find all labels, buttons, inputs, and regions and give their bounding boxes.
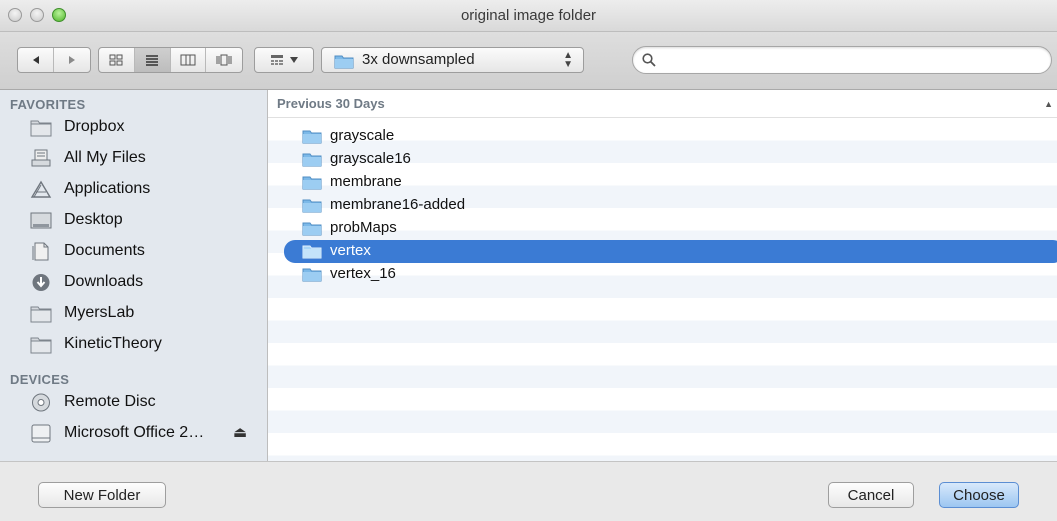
folder-icon (302, 130, 322, 144)
folder-icon (30, 120, 52, 137)
new-folder-button[interactable]: New Folder (38, 482, 166, 508)
list-view-button[interactable] (134, 48, 171, 72)
sidebar-item-remote-disc[interactable]: Remote Disc (0, 387, 267, 418)
search-field[interactable] (632, 46, 1052, 74)
column-view-icon (180, 54, 196, 66)
sidebar-section-favorites: FAVORITES (10, 97, 86, 112)
documents-icon (32, 242, 49, 261)
back-button[interactable] (18, 48, 54, 72)
sidebar-item-label: All My Files (64, 149, 146, 166)
sidebar-item-downloads[interactable]: Downloads (0, 267, 267, 298)
folder-icon (302, 245, 322, 259)
all-files-icon (31, 149, 51, 167)
list-item[interactable]: grayscale16 (268, 148, 1057, 171)
sidebar-item-microsoft-office[interactable]: Microsoft Office 2… ⏏ (0, 418, 267, 449)
sidebar-item-label: Desktop (64, 211, 123, 228)
folder-icon (302, 268, 322, 282)
folder-icon (302, 199, 322, 213)
sidebar-item-label: KineticTheory (64, 335, 162, 352)
list-item[interactable]: membrane16-added (268, 194, 1057, 217)
folder-icon (30, 337, 52, 354)
title-bar: original image folder (0, 0, 1057, 32)
sidebar-item-myerslab[interactable]: MyersLab (0, 298, 267, 329)
list-item-label: membrane16-added (330, 196, 466, 213)
desktop-icon (30, 212, 52, 229)
cover-flow-button[interactable] (206, 48, 242, 72)
file-chooser-window: original image folder 3x downsampled ▲ ▼… (0, 0, 1057, 521)
downloads-icon (32, 274, 50, 291)
search-icon (642, 53, 656, 67)
sidebar-item-applications[interactable]: Applications (0, 174, 267, 205)
sidebar-item-label: Downloads (64, 273, 144, 290)
sidebar-item-documents[interactable]: Documents (0, 236, 267, 267)
chevron-down-icon (290, 57, 298, 63)
sidebar-section-devices: DEVICES (10, 372, 70, 387)
drive-icon (31, 424, 51, 443)
list-item[interactable]: probMaps (268, 217, 1057, 240)
back-arrow-icon (32, 56, 39, 64)
sidebar: FAVORITES Dropbox All My Files Applicati… (0, 90, 268, 461)
list-item-label: vertex (330, 242, 371, 259)
sidebar-item-label: Applications (64, 180, 151, 197)
folder-icon (334, 55, 354, 69)
list-view-icon (146, 55, 159, 66)
sidebar-item-dropbox[interactable]: Dropbox (0, 112, 267, 143)
icon-view-button[interactable] (99, 48, 135, 72)
up-down-chevron-icon: ▲ ▼ (563, 50, 573, 70)
list-item-label: vertex_16 (330, 265, 396, 282)
list-item[interactable]: grayscale (268, 125, 1057, 148)
icon-view-icon (109, 54, 123, 66)
window-title: original image folder (460, 7, 597, 24)
folder-icon (302, 153, 322, 167)
dialog-footer: New Folder Cancel Choose (0, 461, 1057, 521)
sidebar-item-desktop[interactable]: Desktop (0, 205, 267, 236)
sidebar-item-all-my-files[interactable]: All My Files (0, 143, 267, 174)
toolbar: 3x downsampled ▲ ▼ (0, 32, 1057, 90)
cover-flow-icon (216, 54, 232, 66)
list-item-label: membrane (330, 173, 402, 190)
path-popup-button[interactable]: 3x downsampled ▲ ▼ (321, 47, 584, 73)
view-mode-control (98, 47, 243, 73)
sort-ascending-icon: ▲ (1044, 99, 1053, 109)
folder-icon (302, 176, 322, 190)
list-group-header[interactable]: Previous 30 Days ▲ (268, 90, 1057, 118)
disc-icon (32, 393, 50, 412)
sidebar-item-label: Microsoft Office 2… (64, 424, 205, 441)
search-input[interactable] (663, 51, 1037, 71)
list-item[interactable]: membrane (268, 171, 1057, 194)
back-forward-control (17, 47, 91, 73)
choose-button[interactable]: Choose (939, 482, 1019, 508)
list-item-label: grayscale (330, 127, 395, 144)
list-item-label: probMaps (330, 219, 397, 236)
sidebar-item-label: MyersLab (64, 304, 135, 321)
sidebar-item-label: Documents (64, 242, 145, 259)
eject-icon[interactable]: ⏏ (233, 423, 247, 441)
file-list: Previous 30 Days ▲ grayscale grayscale16… (268, 90, 1057, 461)
list-item[interactable]: vertex_16 (268, 263, 1057, 286)
sidebar-item-label: Remote Disc (64, 393, 156, 410)
selection-highlight (284, 240, 1057, 263)
arrange-menu-button[interactable] (254, 47, 314, 73)
sidebar-item-kinetictheory[interactable]: KineticTheory (0, 329, 267, 360)
list-group-header-label: Previous 30 Days (277, 96, 385, 111)
list-item-selected[interactable]: vertex (268, 240, 1057, 263)
sidebar-item-label: Dropbox (64, 118, 125, 135)
folder-icon (30, 306, 52, 323)
column-view-button[interactable] (171, 48, 207, 72)
path-popup-label: 3x downsampled (362, 51, 475, 68)
arrange-grid-icon (271, 55, 283, 65)
folder-icon (302, 222, 322, 236)
list-item-label: grayscale16 (330, 150, 411, 167)
list-rows: grayscale grayscale16 membrane membrane1… (268, 125, 1057, 286)
cancel-button[interactable]: Cancel (828, 482, 914, 508)
applications-icon (30, 180, 52, 198)
forward-button[interactable] (54, 48, 90, 72)
forward-arrow-icon (69, 56, 75, 64)
arrange-cell (255, 48, 313, 72)
